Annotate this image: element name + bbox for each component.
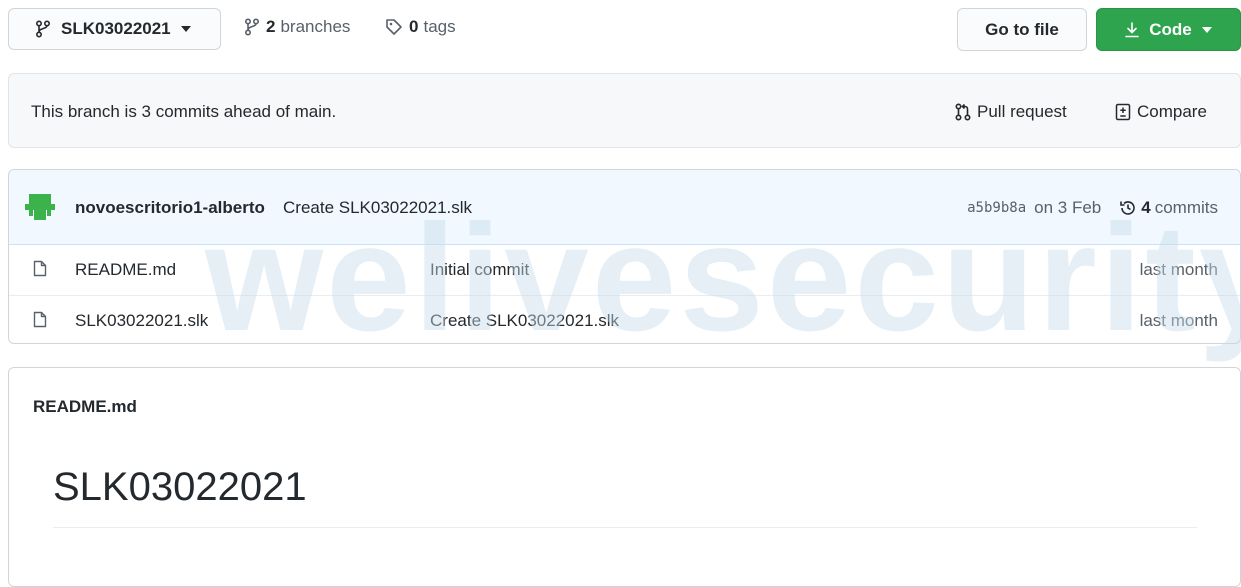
readme-filename: README.md bbox=[33, 397, 137, 416]
file-age: last month bbox=[1139, 311, 1218, 330]
go-to-file-button[interactable]: Go to file bbox=[957, 8, 1087, 51]
pull-request-link[interactable]: Pull request bbox=[955, 102, 1067, 122]
chevron-down-icon bbox=[180, 26, 191, 32]
pull-request-label: Pull request bbox=[977, 102, 1067, 121]
file-commit-message-link[interactable]: Initial commit bbox=[430, 260, 529, 280]
file-list: novoescritorio1-alberto Create SLK030220… bbox=[8, 169, 1241, 344]
commit-sha-link[interactable]: a5b9b8a bbox=[967, 200, 1026, 216]
file-icon bbox=[33, 311, 47, 328]
tags-count: 0 bbox=[409, 17, 419, 36]
commits-count[interactable]: 4 bbox=[1141, 198, 1150, 218]
chevron-down-icon bbox=[1201, 26, 1212, 33]
branches-count: 2 bbox=[266, 17, 276, 36]
commit-author-link[interactable]: novoescritorio1-alberto bbox=[75, 198, 265, 218]
code-button[interactable]: Code bbox=[1096, 8, 1241, 51]
readme-panel: README.md SLK03022021 bbox=[8, 367, 1241, 587]
latest-commit-row: novoescritorio1-alberto Create SLK030220… bbox=[9, 170, 1240, 245]
commit-meta: a5b9b8a on 3 Feb 4 commits bbox=[967, 198, 1218, 218]
commits-label[interactable]: commits bbox=[1155, 198, 1218, 218]
branch-ahead-banner: This branch is 3 commits ahead of main. … bbox=[8, 73, 1241, 148]
history-icon bbox=[1119, 199, 1137, 217]
git-branch-icon bbox=[244, 18, 260, 36]
compare-label: Compare bbox=[1137, 102, 1207, 121]
file-name-link[interactable]: SLK03022021.slk bbox=[75, 311, 208, 331]
readme-divider bbox=[53, 527, 1197, 528]
file-name-link[interactable]: README.md bbox=[75, 260, 176, 280]
code-button-label: Code bbox=[1149, 19, 1192, 39]
branch-select-button[interactable]: SLK03022021 bbox=[8, 8, 221, 50]
git-branch-icon bbox=[35, 20, 51, 38]
file-commit-message-link[interactable]: Create SLK03022021.slk bbox=[430, 311, 619, 331]
compare-link[interactable]: Compare bbox=[1115, 102, 1207, 122]
avatar[interactable] bbox=[25, 192, 55, 222]
tag-icon bbox=[385, 18, 403, 36]
file-diff-icon bbox=[1115, 103, 1137, 121]
ahead-status-text: This branch is 3 commits ahead of main. bbox=[31, 102, 337, 121]
file-age: last month bbox=[1139, 260, 1218, 279]
file-icon bbox=[33, 260, 47, 277]
branches-label: branches bbox=[280, 17, 351, 36]
readme-heading: SLK03022021 bbox=[53, 465, 307, 509]
commit-date: on 3 Feb bbox=[1034, 198, 1102, 217]
file-row[interactable]: SLK03022021.slk Create SLK03022021.slk l… bbox=[9, 295, 1240, 343]
download-icon bbox=[1125, 21, 1140, 38]
branches-link[interactable]: 2 branches bbox=[244, 17, 350, 37]
pull-request-icon bbox=[955, 103, 977, 121]
tags-link[interactable]: 0 tags bbox=[385, 17, 456, 37]
tags-label: tags bbox=[423, 17, 456, 36]
branch-name: SLK03022021 bbox=[61, 19, 171, 38]
file-row[interactable]: README.md Initial commit last month bbox=[9, 245, 1240, 294]
commit-message-link[interactable]: Create SLK03022021.slk bbox=[283, 198, 472, 218]
